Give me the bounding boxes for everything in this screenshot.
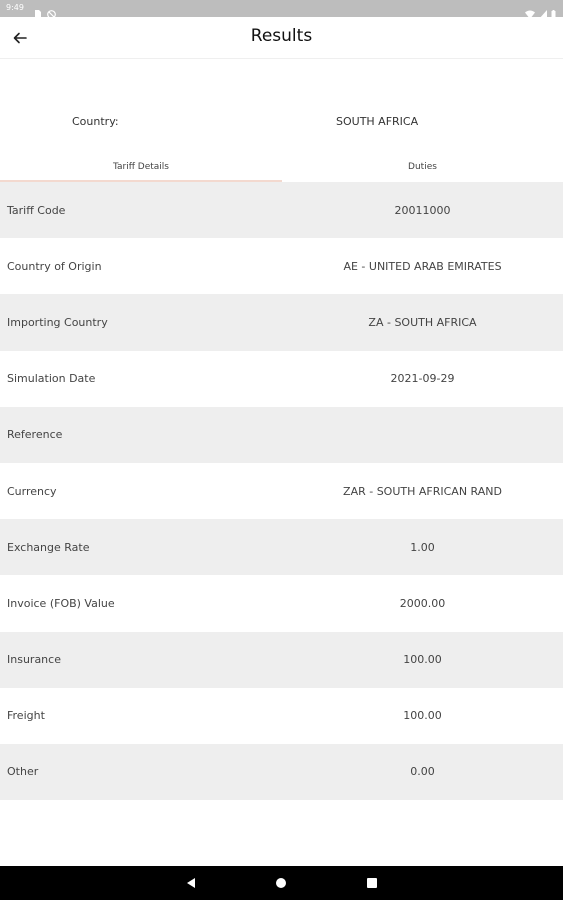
tab-duties[interactable]: Duties xyxy=(282,152,563,182)
row-value: 2021-09-29 xyxy=(390,372,455,386)
row-label: Importing Country xyxy=(7,315,108,329)
row-label: Other xyxy=(7,765,39,779)
row-label: Currency xyxy=(7,484,57,498)
table-row: Reference xyxy=(0,406,563,463)
country-summary: Country: SOUTH AFRICA xyxy=(0,112,563,130)
status-bar: 9:49 xyxy=(0,0,563,19)
table-row: Other 0.00 xyxy=(0,743,563,801)
row-label: Country of Origin xyxy=(7,259,102,273)
row-label: Reference xyxy=(7,428,63,442)
row-value xyxy=(282,407,563,463)
table-row: Exchange Rate 1.00 xyxy=(0,519,563,576)
row-value: 20011000 xyxy=(394,203,451,217)
country-label: Country: xyxy=(72,115,119,128)
row-label: Insurance xyxy=(7,653,61,667)
app-bar: Results xyxy=(0,17,563,59)
row-label: Freight xyxy=(7,709,45,723)
row-value: 0.00 xyxy=(410,765,435,779)
row-value: ZAR - SOUTH AFRICAN RAND xyxy=(343,484,502,498)
country-value: SOUTH AFRICA xyxy=(336,115,419,128)
row-value: 2000.00 xyxy=(399,596,446,610)
nav-recents-button[interactable] xyxy=(364,875,380,891)
results-tabs: Tariff Details Duties xyxy=(0,152,563,182)
table-row: Simulation Date 2021-09-29 xyxy=(0,351,563,407)
table-row: Currency ZAR - SOUTH AFRICAN RAND xyxy=(0,463,563,519)
table-row: Importing Country ZA - SOUTH AFRICA xyxy=(0,294,563,351)
row-label: Invoice (FOB) Value xyxy=(7,596,115,610)
system-nav-bar xyxy=(0,866,563,900)
nav-home-button[interactable] xyxy=(273,875,289,891)
row-label: Simulation Date xyxy=(7,372,96,386)
row-label: Tariff Code xyxy=(7,203,66,217)
triangle-back-icon xyxy=(185,874,197,893)
row-value: AE - UNITED ARAB EMIRATES xyxy=(343,259,502,273)
nav-back-button[interactable] xyxy=(183,875,199,891)
tab-tariff-details[interactable]: Tariff Details xyxy=(0,152,282,182)
table-row: Country of Origin AE - UNITED ARAB EMIRA… xyxy=(0,238,563,294)
row-label: Exchange Rate xyxy=(7,540,90,554)
tariff-details-table: Tariff Code 20011000 Country of Origin A… xyxy=(0,182,563,801)
row-value: ZA - SOUTH AFRICA xyxy=(368,315,477,329)
table-row: Tariff Code 20011000 xyxy=(0,182,563,239)
circle-home-icon xyxy=(275,874,287,893)
status-time: 9:49 xyxy=(6,3,24,12)
tab-label: Tariff Details xyxy=(113,162,169,172)
tab-label: Duties xyxy=(408,162,437,172)
table-row: Insurance 100.00 xyxy=(0,631,563,688)
table-row: Invoice (FOB) Value 2000.00 xyxy=(0,575,563,631)
table-row: Freight 100.00 xyxy=(0,688,563,744)
square-recents-icon xyxy=(366,874,378,893)
row-value: 1.00 xyxy=(410,540,435,554)
row-value: 100.00 xyxy=(403,653,442,667)
row-value: 100.00 xyxy=(403,709,442,723)
page-title: Results xyxy=(250,26,313,46)
